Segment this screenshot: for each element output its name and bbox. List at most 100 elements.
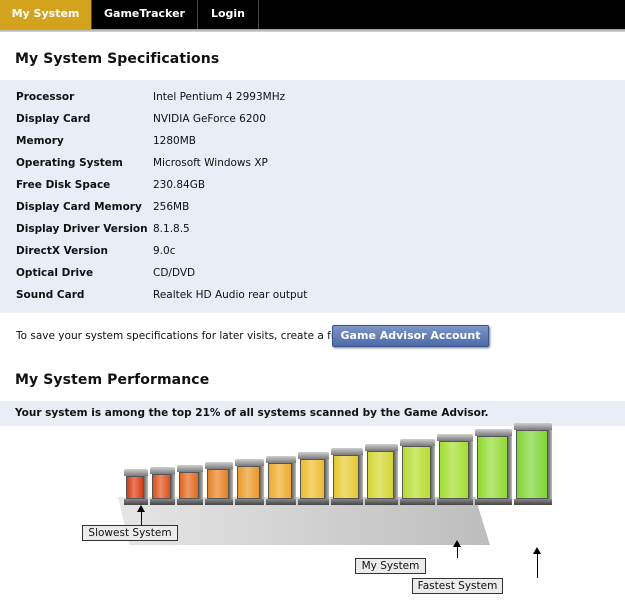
spec-value: 8.1.8.5 — [153, 223, 190, 235]
bar-base — [150, 499, 175, 505]
bar-fill — [268, 463, 292, 499]
spec-value: Intel Pentium 4 2993MHz — [153, 91, 286, 103]
bar-fill — [237, 466, 260, 499]
bar-base — [331, 499, 363, 505]
bar-side — [431, 446, 435, 499]
bar-side — [325, 459, 329, 499]
bar-side — [292, 463, 296, 499]
spec-label: Sound Card — [16, 289, 85, 301]
spec-label: Free Disk Space — [16, 179, 111, 191]
bar-cap — [205, 462, 233, 469]
bar-cap — [177, 465, 203, 472]
bar-base — [177, 499, 203, 505]
bar-side — [508, 436, 512, 499]
tab-my-system[interactable]: My System — [0, 0, 92, 29]
bar-cap — [298, 452, 329, 459]
spec-label: DirectX Version — [16, 245, 108, 257]
bar-base — [514, 499, 552, 505]
performance-bar — [475, 429, 512, 505]
bar-base — [298, 499, 329, 505]
bar-base — [205, 499, 233, 505]
spec-row: Display Card NVIDIA GeForce 6200 — [16, 108, 266, 130]
bar-fill — [152, 474, 171, 499]
bar-cap — [437, 434, 473, 441]
performance-bar — [400, 439, 435, 505]
bar-cap — [235, 459, 264, 466]
performance-bar — [331, 448, 363, 505]
spec-row: Free Disk Space 230.84GB — [16, 174, 205, 196]
bar-cap — [514, 423, 552, 430]
spec-value: 230.84GB — [153, 179, 206, 191]
rank-text: Your system is among the top 21% of all … — [15, 407, 489, 419]
performance-title: My System Performance — [15, 372, 210, 388]
bar-side — [229, 469, 233, 499]
bar-base — [400, 499, 435, 505]
bar-fill — [439, 441, 469, 499]
bar-cap — [124, 469, 148, 476]
bar-base — [365, 499, 398, 505]
bar-side — [469, 441, 473, 499]
bar-fill — [477, 436, 508, 499]
save-prompt-text: To save your system specifications for l… — [16, 330, 348, 342]
bar-base — [235, 499, 264, 505]
spec-row: DirectX Version 9.0c — [16, 240, 175, 262]
spec-value: 256MB — [153, 201, 190, 213]
bar-cap — [400, 439, 435, 446]
bar-fill — [402, 446, 431, 499]
slowest-pointer — [141, 511, 142, 525]
bar-cap — [266, 456, 296, 463]
slowest-arrow-icon — [137, 505, 145, 512]
spec-value: Realtek HD Audio rear output — [153, 289, 308, 301]
bar-base — [475, 499, 512, 505]
bar-side — [260, 466, 264, 499]
performance-bar — [266, 456, 296, 505]
bar-side — [548, 430, 552, 499]
spec-value: 9.0c — [153, 245, 176, 257]
performance-bar — [365, 444, 398, 505]
bar-side — [144, 476, 148, 499]
performance-bar — [150, 467, 175, 505]
top-nav: My System GameTracker Login — [0, 0, 625, 29]
game-advisor-account-button[interactable]: Game Advisor Account — [332, 325, 489, 347]
performance-bar — [514, 423, 552, 505]
bar-cap — [365, 444, 398, 451]
performance-bar — [205, 462, 233, 505]
performance-bar — [177, 465, 203, 505]
spec-row: Memory 1280MB — [16, 130, 196, 152]
bar-side — [171, 474, 175, 499]
nav-divider — [0, 29, 625, 32]
spec-row: Optical Drive CD/DVD — [16, 262, 195, 284]
spec-label: Display Card — [16, 113, 91, 125]
spec-row: Display Card Memory 256MB — [16, 196, 189, 218]
bar-side — [359, 455, 363, 499]
spec-label: Optical Drive — [16, 267, 94, 279]
tab-login[interactable]: Login — [198, 0, 259, 29]
bar-side — [199, 472, 203, 499]
bar-fill — [179, 472, 199, 499]
spec-value: Microsoft Windows XP — [153, 157, 268, 169]
performance-bar — [298, 452, 329, 505]
bar-fill — [300, 459, 325, 499]
bar-fill — [126, 476, 144, 499]
fastest-system-label: Fastest System — [412, 578, 503, 594]
bar-fill — [516, 430, 548, 499]
tab-gametracker[interactable]: GameTracker — [92, 0, 198, 29]
spec-row: Sound Card Realtek HD Audio rear output — [16, 284, 307, 306]
bar-cap — [150, 467, 175, 474]
spec-label: Display Driver Version — [16, 223, 148, 235]
bar-cap — [331, 448, 363, 455]
bar-base — [266, 499, 296, 505]
performance-bar — [235, 459, 264, 505]
bar-cap — [475, 429, 512, 436]
spec-value: CD/DVD — [153, 267, 196, 279]
bar-fill — [333, 455, 359, 499]
my-system-pointer — [457, 546, 458, 558]
spec-label: Memory — [16, 135, 64, 147]
bar-fill — [207, 469, 229, 499]
slowest-system-label: Slowest System — [82, 525, 178, 541]
performance-bar — [437, 434, 473, 505]
spec-label: Display Card Memory — [16, 201, 142, 213]
spec-value: NVIDIA GeForce 6200 — [153, 113, 266, 125]
spec-row: Display Driver Version 8.1.8.5 — [16, 218, 190, 240]
my-system-arrow-icon — [453, 540, 461, 547]
